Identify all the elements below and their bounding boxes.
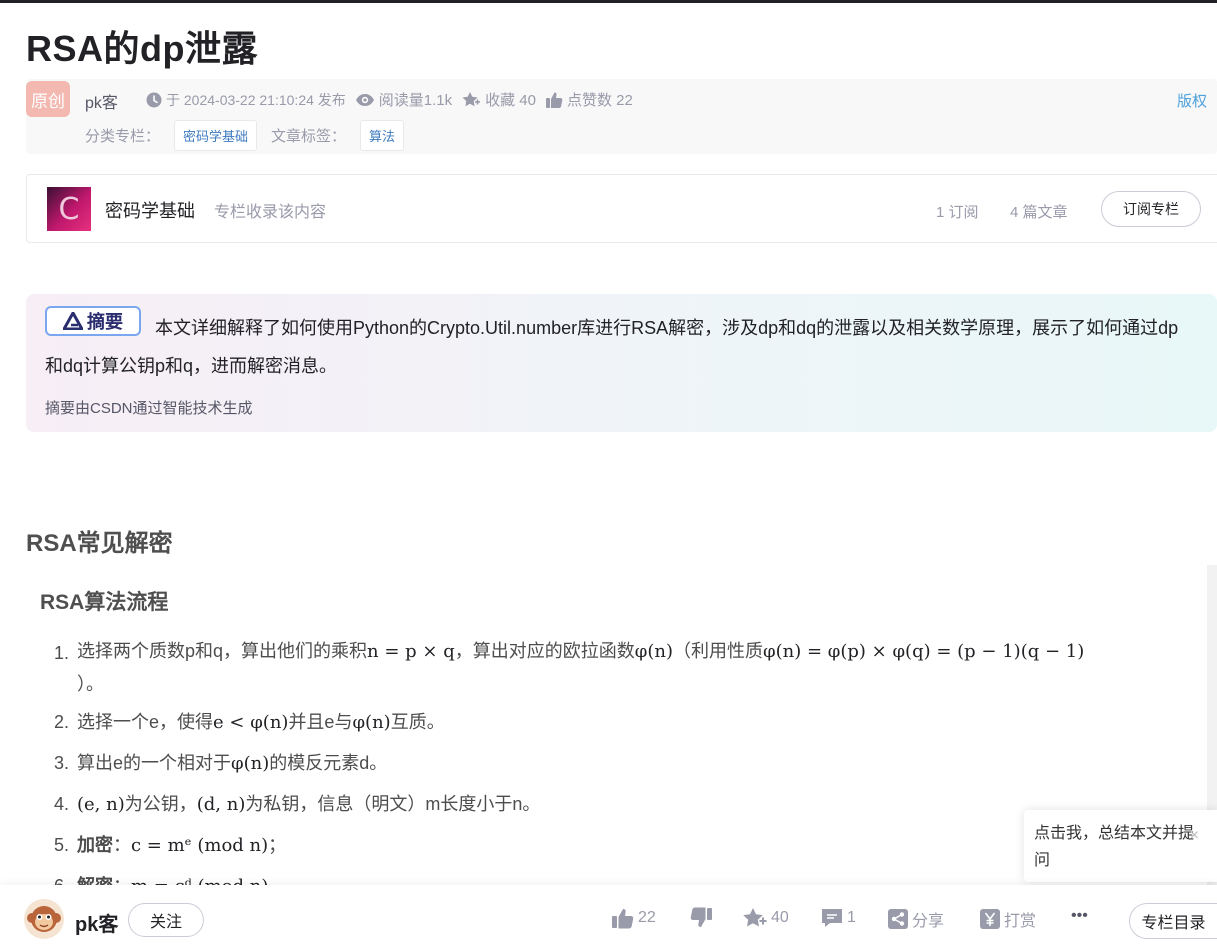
- tag-label: 文章标签：: [271, 128, 347, 145]
- subscribe-column-button[interactable]: 订阅专栏: [1101, 191, 1201, 227]
- column-thumbnail[interactable]: C: [47, 187, 91, 231]
- author-avatar[interactable]: [24, 899, 64, 939]
- ai-summary-popup[interactable]: 点击我，总结本文并提问 ×: [1024, 810, 1217, 882]
- abstract-text: 本文详细解释了如何使用Python的Crypto.Util.number库进行R…: [45, 318, 1179, 376]
- copyright-link[interactable]: 版权: [1177, 90, 1207, 111]
- original-badge: 原创: [26, 81, 70, 117]
- publish-time: 于 2024-03-22 21:10:24 发布: [146, 90, 346, 110]
- abstract-badge: 摘要: [45, 306, 141, 336]
- bottom-author-name[interactable]: pk客: [75, 908, 118, 937]
- abstract-footer: 摘要由CSDN通过智能技术生成: [45, 400, 253, 417]
- list-item: 3. 算出e的一个相对于φ(n)的模反元素d。: [54, 753, 388, 774]
- follow-button[interactable]: 关注: [128, 903, 204, 937]
- star-icon: [743, 908, 767, 927]
- like-count[interactable]: 点赞数 22: [545, 89, 633, 110]
- close-icon[interactable]: ×: [1190, 822, 1199, 849]
- column-subtitle: 专栏收录该内容: [214, 204, 327, 221]
- favorite-count[interactable]: 收藏 40: [461, 89, 536, 110]
- comment-icon: [822, 909, 842, 927]
- like-button[interactable]: 22: [611, 907, 656, 929]
- top-border: [0, 0, 1217, 3]
- share-button[interactable]: 分享: [887, 907, 944, 931]
- thumbs-up-icon: [612, 909, 634, 929]
- column-name[interactable]: 密码学基础: [105, 197, 195, 223]
- dislike-button[interactable]: [689, 907, 716, 929]
- column-catalog-button[interactable]: 专栏目录: [1129, 903, 1217, 939]
- section-heading: RSA常见解密: [26, 530, 173, 557]
- popup-text: 点击我，总结本文并提问: [1034, 825, 1195, 869]
- article-meta: 原创 pk客 于 2024-03-22 21:10:24 发布 阅读量1.1k …: [26, 79, 1217, 154]
- category-row: 分类专栏： 密码学基础 文章标签： 算法: [85, 120, 418, 151]
- more-button[interactable]: •••: [1071, 907, 1088, 925]
- article-tag[interactable]: 算法: [360, 120, 405, 151]
- read-count: 阅读量1.1k: [355, 89, 452, 110]
- star-icon: [462, 91, 481, 106]
- clock-icon: [146, 92, 162, 107]
- reward-button[interactable]: 打赏: [979, 907, 1036, 931]
- subsection-heading: RSA算法流程: [40, 591, 169, 614]
- meta-stats: 于 2024-03-22 21:10:24 发布 阅读量1.1k 收藏 40 点…: [146, 89, 642, 110]
- comment-button[interactable]: 1: [820, 907, 856, 929]
- column-subscribers: 1 订阅: [936, 204, 979, 221]
- ai-logo-icon: [63, 312, 83, 330]
- column-card: C 密码学基础 专栏收录该内容 1 订阅 4 篇文章 订阅专栏: [26, 174, 1217, 243]
- thumbs-up-icon: [546, 92, 563, 108]
- share-icon: [888, 909, 908, 929]
- list-item: 1. 选择两个质数p和q，算出他们的乘积n = p × q，算出对应的欧拉函数φ…: [54, 641, 1085, 694]
- ai-abstract: 本文详细解释了如何使用Python的Crypto.Util.number库进行R…: [26, 294, 1217, 432]
- category-label: 分类专栏：: [85, 128, 161, 145]
- favorite-button[interactable]: 40: [742, 907, 789, 929]
- list-item: 2. 选择一个e，使得e < φ(n)并且e与φ(n)互质。: [54, 712, 445, 733]
- yen-icon: [980, 909, 1000, 929]
- thumbs-down-icon: [690, 907, 712, 927]
- more-icon: •••: [1071, 907, 1088, 924]
- column-article-count: 4 篇文章: [1010, 204, 1068, 221]
- article-title: RSA的dp泄露: [26, 28, 258, 69]
- category-tag[interactable]: 密码学基础: [174, 120, 258, 151]
- author-link[interactable]: pk客: [85, 89, 118, 113]
- bottom-toolbar: pk客 关注 22 40 1 分享 打赏 ••• 专栏目录: [0, 885, 1217, 951]
- eye-icon: [355, 93, 374, 106]
- monkey-avatar-icon: [24, 899, 64, 939]
